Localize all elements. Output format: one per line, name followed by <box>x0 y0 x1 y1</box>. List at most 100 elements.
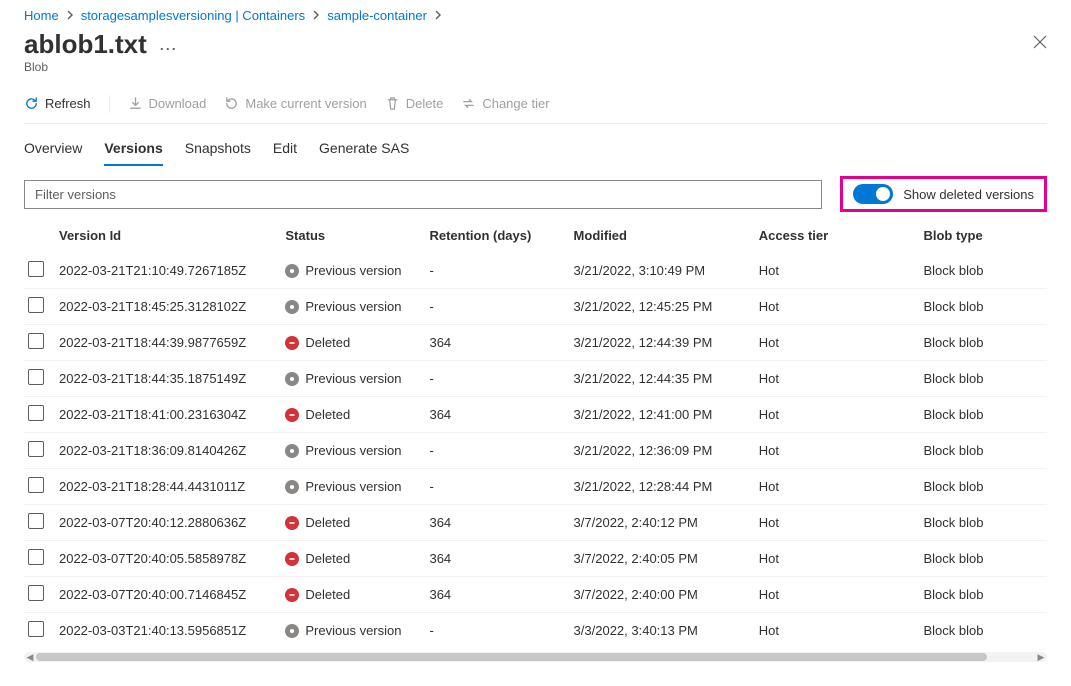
col-modified[interactable]: Modified <box>574 218 759 253</box>
col-retention[interactable]: Retention (days) <box>429 218 573 253</box>
table-row[interactable]: 2022-03-07T20:40:00.7146845ZDeleted3643/… <box>24 577 1047 613</box>
scroll-thumb[interactable] <box>36 653 987 661</box>
cell-tier: Hot <box>759 361 924 397</box>
status-label: Deleted <box>305 407 350 422</box>
row-checkbox[interactable] <box>28 585 44 601</box>
page-subtitle: Blob <box>24 60 178 74</box>
cell-retention: 364 <box>429 541 573 577</box>
scroll-right-icon[interactable]: ▶ <box>1035 652 1047 662</box>
refresh-button[interactable]: Refresh <box>24 94 91 113</box>
download-button[interactable]: Download <box>128 94 207 113</box>
cell-type: Block blob <box>923 577 1047 613</box>
download-icon <box>128 96 143 111</box>
col-status[interactable]: Status <box>285 218 429 253</box>
show-deleted-toggle[interactable] <box>853 184 893 204</box>
cell-type: Block blob <box>923 505 1047 541</box>
table-row[interactable]: 2022-03-21T18:28:44.4431011Z Previous ver… <box>24 469 1047 505</box>
cell-retention: 364 <box>429 325 573 361</box>
delete-icon <box>385 96 400 111</box>
cell-tier: Hot <box>759 325 924 361</box>
horizontal-scrollbar[interactable]: ◀ ▶ <box>24 652 1047 662</box>
cell-status: Previous version <box>285 289 429 325</box>
cell-status: Previous version <box>285 613 429 649</box>
cell-type: Block blob <box>923 253 1047 289</box>
versions-table-body: 2022-03-21T21:10:49.7267185ZPrevious ver… <box>24 253 1047 648</box>
cell-status: Previous version <box>285 469 429 505</box>
deleted-icon <box>285 516 299 530</box>
table-row[interactable]: 2022-03-21T18:36:09.8140426ZPrevious ver… <box>24 433 1047 469</box>
tab-overview[interactable]: Overview <box>24 136 82 166</box>
cell-status: Previous version <box>285 361 429 397</box>
table-row[interactable]: 2022-03-07T20:40:12.2880636ZDeleted3643/… <box>24 505 1047 541</box>
col-blob-type[interactable]: Blob type <box>923 218 1047 253</box>
table-row[interactable]: 2022-03-21T21:10:49.7267185ZPrevious ver… <box>24 253 1047 289</box>
cell-modified: 3/3/2022, 3:40:13 PM <box>574 613 759 649</box>
scroll-left-icon[interactable]: ◀ <box>24 652 36 662</box>
breadcrumb-link-container[interactable]: sample-container <box>327 8 427 23</box>
tab-edit[interactable]: Edit <box>273 136 297 166</box>
filter-versions-input[interactable] <box>24 180 822 209</box>
col-access-tier[interactable]: Access tier <box>759 218 924 253</box>
cell-type: Block blob <box>923 433 1047 469</box>
cell-version-id: 2022-03-03T21:40:13.5956851Z <box>59 613 285 649</box>
cell-tier: Hot <box>759 505 924 541</box>
row-checkbox[interactable] <box>28 621 44 637</box>
cell-modified: 3/21/2022, 12:28:44 PM <box>574 469 759 505</box>
cell-modified: 3/21/2022, 12:44:39 PM <box>574 325 759 361</box>
tab-versions[interactable]: Versions <box>104 136 162 166</box>
chevron-right-icon <box>433 8 443 23</box>
table-row[interactable]: 2022-03-21T18:41:00.2316304ZDeleted3643/… <box>24 397 1047 433</box>
cell-version-id: 2022-03-07T20:40:00.7146845Z <box>59 577 285 613</box>
row-checkbox[interactable] <box>28 297 44 313</box>
close-button[interactable] <box>1033 29 1047 58</box>
download-label: Download <box>149 96 207 111</box>
show-deleted-toggle-wrap: Show deleted versions <box>840 176 1047 212</box>
breadcrumb-link-storage[interactable]: storagesamplesversioning | Containers <box>81 8 306 23</box>
cell-modified: 3/7/2022, 2:40:00 PM <box>574 577 759 613</box>
row-checkbox[interactable] <box>28 441 44 457</box>
deleted-icon <box>285 408 299 422</box>
cell-tier: Hot <box>759 469 924 505</box>
table-row[interactable]: 2022-03-21T18:44:35.1875149ZPrevious ver… <box>24 361 1047 397</box>
status-label: Previous version <box>305 263 401 278</box>
row-checkbox[interactable] <box>28 513 44 529</box>
previous-version-icon <box>285 372 299 386</box>
tab-snapshots[interactable]: Snapshots <box>185 136 251 166</box>
status-label: Previous version <box>305 479 401 494</box>
status-label: Deleted <box>305 587 350 602</box>
row-checkbox[interactable] <box>28 405 44 421</box>
col-version-id[interactable]: Version Id <box>59 218 285 253</box>
cell-tier: Hot <box>759 289 924 325</box>
more-actions-icon[interactable]: ⋯ <box>159 40 178 58</box>
status-label: Deleted <box>305 335 350 350</box>
row-checkbox[interactable] <box>28 549 44 565</box>
col-select <box>24 218 59 253</box>
cell-version-id: 2022-03-21T18:44:35.1875149Z <box>59 361 285 397</box>
delete-label: Delete <box>406 96 444 111</box>
delete-button[interactable]: Delete <box>385 94 444 113</box>
breadcrumb-link-home[interactable]: Home <box>24 8 59 23</box>
cell-modified: 3/21/2022, 12:36:09 PM <box>574 433 759 469</box>
row-checkbox[interactable] <box>28 261 44 277</box>
cell-retention: 364 <box>429 505 573 541</box>
table-row[interactable]: 2022-03-07T20:40:05.5858978ZDeleted3643/… <box>24 541 1047 577</box>
cell-type: Block blob <box>923 397 1047 433</box>
row-checkbox[interactable] <box>28 369 44 385</box>
cell-modified: 3/21/2022, 12:45:25 PM <box>574 289 759 325</box>
change-tier-button[interactable]: Change tier <box>461 94 549 113</box>
cell-type: Block blob <box>923 361 1047 397</box>
tab-generate-sas[interactable]: Generate SAS <box>319 136 409 166</box>
row-checkbox[interactable] <box>28 333 44 349</box>
table-row[interactable]: 2022-03-21T18:45:25.3128102ZPrevious ver… <box>24 289 1047 325</box>
table-row[interactable]: 2022-03-21T18:44:39.9877659ZDeleted3643/… <box>24 325 1047 361</box>
cell-type: Block blob <box>923 541 1047 577</box>
cell-version-id: 2022-03-21T18:45:25.3128102Z <box>59 289 285 325</box>
cell-status: Previous version <box>285 433 429 469</box>
table-row[interactable]: 2022-03-03T21:40:13.5956851ZPrevious ver… <box>24 613 1047 649</box>
make-current-button[interactable]: Make current version <box>224 94 366 113</box>
cell-version-id: 2022-03-21T18:28:44.4431011Z <box>59 469 285 505</box>
cell-type: Block blob <box>923 469 1047 505</box>
page-header: ablob1.txt ⋯ Blob <box>24 29 1047 86</box>
row-checkbox[interactable] <box>28 477 44 493</box>
cell-retention: - <box>429 613 573 649</box>
